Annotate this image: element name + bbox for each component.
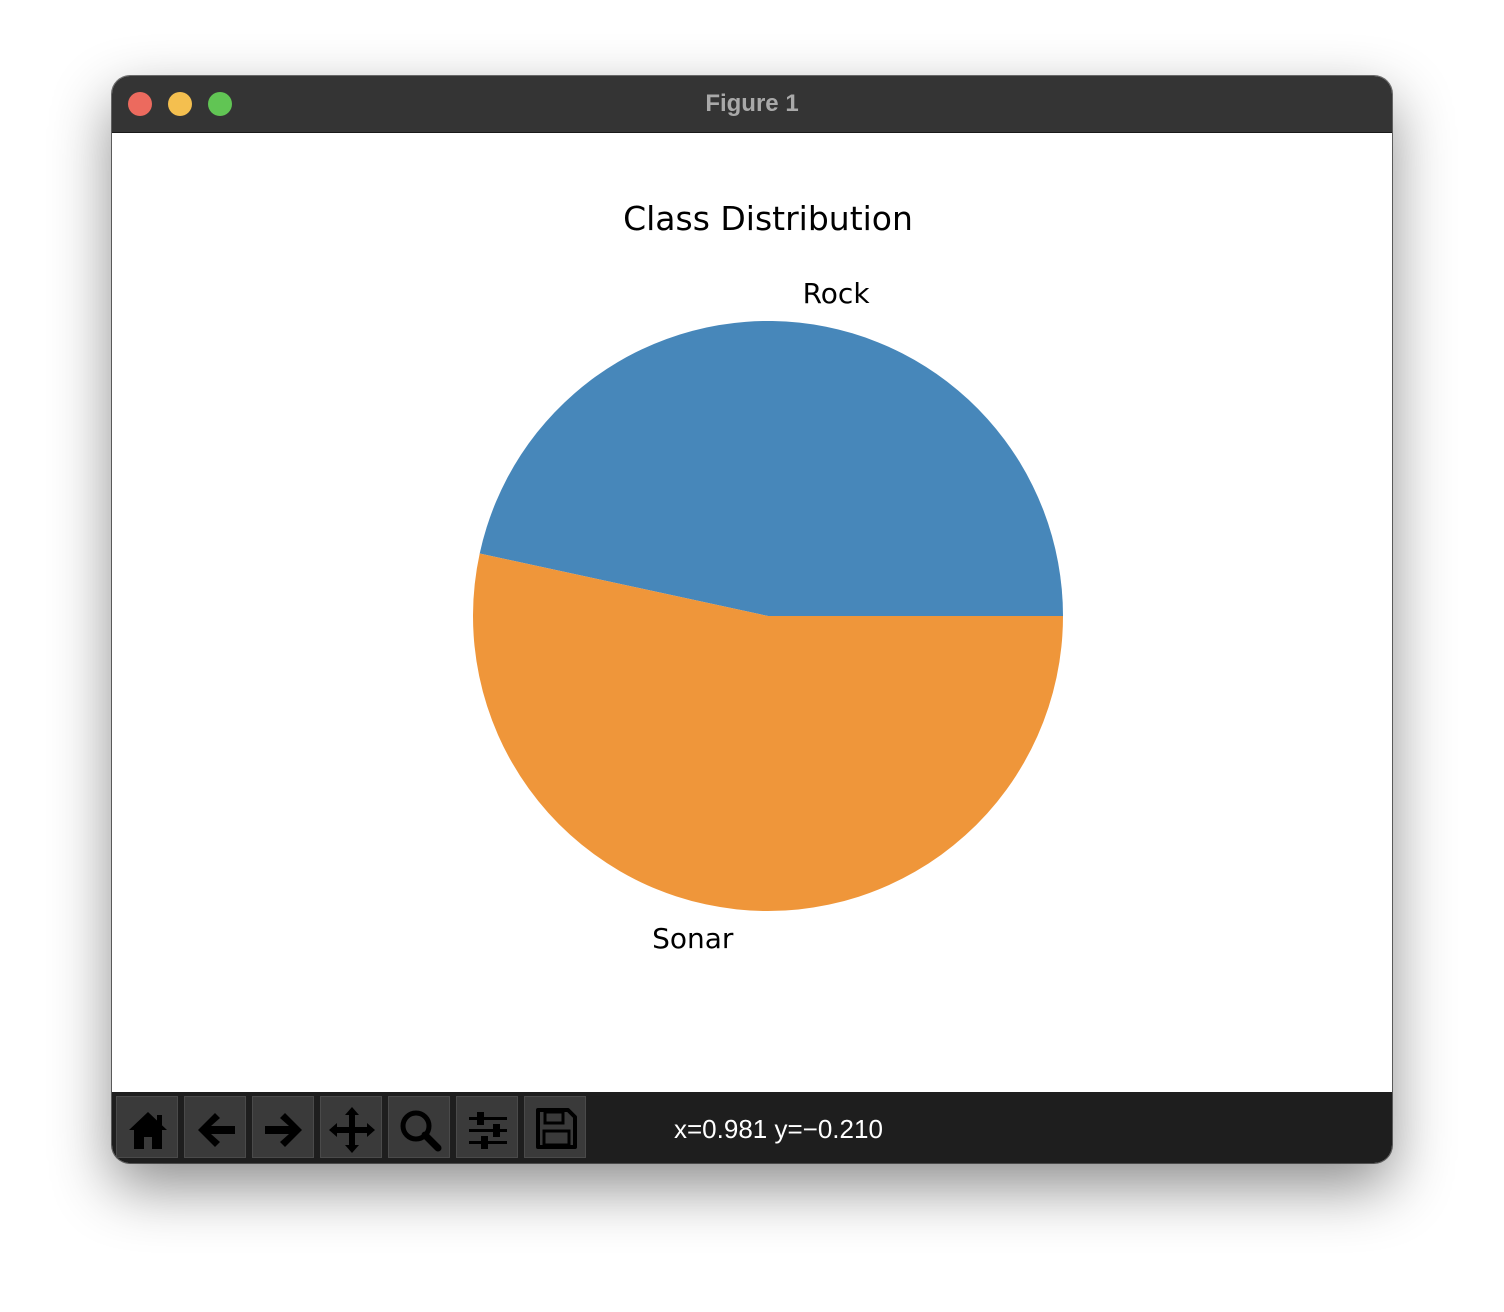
pie-slice-rock bbox=[479, 321, 1063, 616]
forward-button[interactable] bbox=[252, 1096, 314, 1158]
pie-label-sonar: Sonar bbox=[652, 922, 734, 955]
figure-window: Figure 1 Class Distribution Rock Sonar x… bbox=[112, 76, 1392, 1163]
zoom-button[interactable] bbox=[388, 1096, 450, 1158]
pie-label-rock: Rock bbox=[803, 277, 871, 310]
figure-canvas[interactable]: Class Distribution Rock Sonar bbox=[112, 133, 1392, 1092]
title-bar: Figure 1 bbox=[112, 76, 1392, 133]
zoom-magnifier-icon bbox=[400, 1110, 442, 1152]
save-button[interactable] bbox=[524, 1096, 586, 1158]
window-title: Figure 1 bbox=[705, 90, 799, 117]
back-button[interactable] bbox=[184, 1096, 246, 1158]
pan-move-icon bbox=[329, 1107, 375, 1153]
home-icon bbox=[129, 1112, 167, 1149]
pie-chart: Class Distribution Rock Sonar bbox=[472, 199, 1064, 955]
configure-subplots-button[interactable] bbox=[456, 1096, 518, 1158]
back-arrow-icon bbox=[198, 1113, 235, 1147]
save-floppy-icon bbox=[536, 1108, 577, 1149]
chart-title: Class Distribution bbox=[623, 199, 913, 238]
forward-arrow-icon bbox=[265, 1113, 302, 1147]
configure-subplots-icon bbox=[469, 1112, 507, 1149]
home-button[interactable] bbox=[116, 1096, 178, 1158]
pan-button[interactable] bbox=[320, 1096, 382, 1158]
navigation-toolbar: x=0.981 y=−0.210 bbox=[112, 1092, 1392, 1163]
cursor-coordinates: x=0.981 y=−0.210 bbox=[674, 1114, 883, 1144]
